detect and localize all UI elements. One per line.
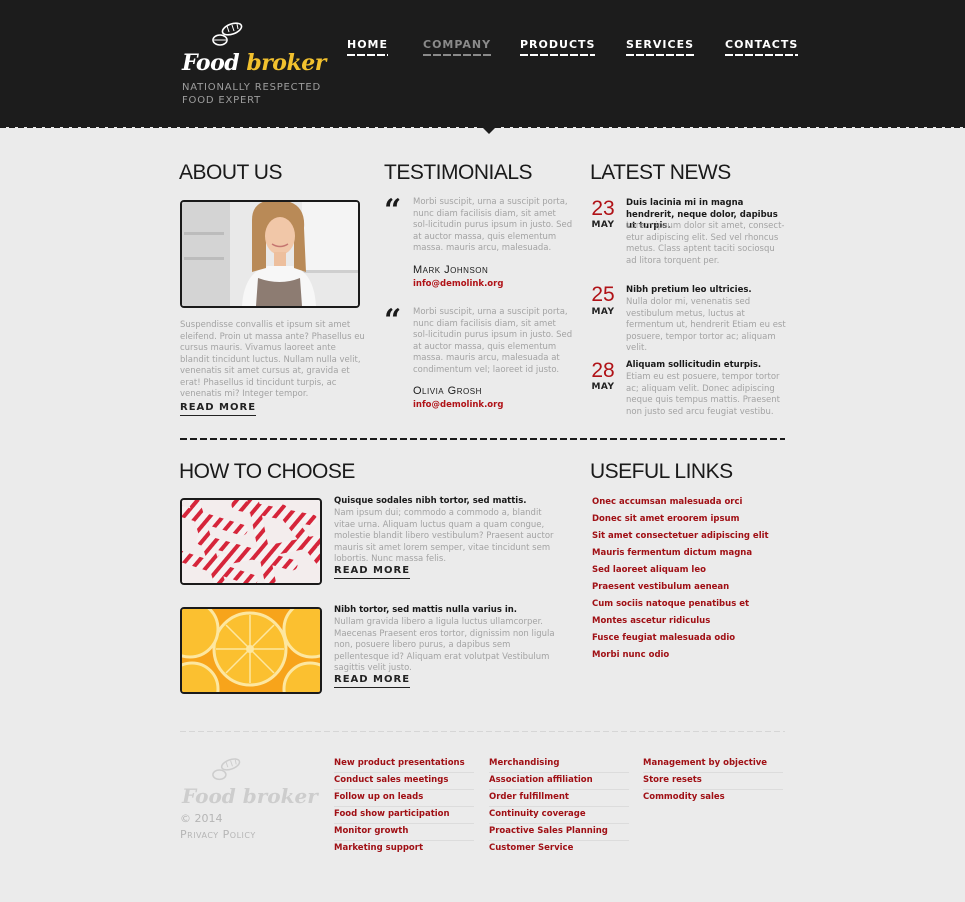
footer-link[interactable]: Conduct sales meetings [334,773,474,790]
about-title: ABOUT US [179,161,282,184]
quote-icon: “ [384,303,402,338]
news-2-month: MAY [591,307,615,317]
nav-products[interactable]: PRODUCTS [520,38,596,56]
footer-logo-text: Food broker [182,784,318,808]
footer-link[interactable]: New product presentations [334,756,474,773]
news-2-title[interactable]: Nibh pretium leo ultricies. [626,285,786,297]
news-3-title[interactable]: Aliquam sollicitudin eturpis. [626,360,786,372]
section-divider [180,438,785,440]
testimonial-2-email[interactable]: info@demolink.org [413,400,503,410]
logo-word-2: broker [246,50,326,76]
useful-link[interactable]: Donec sit amet eroorem ipsum [592,513,769,530]
logo-word-1: Food [182,50,240,76]
choose-1-title[interactable]: Quisque sodales nibh tortor, sed mattis. [334,496,527,506]
about-photo [180,200,360,308]
site-header: Food broker NATIONALLY RESPECTED FOOD EX… [0,0,965,127]
useful-links-list: Onec accumsan malesuada orci Donec sit a… [592,496,769,666]
active-nav-pointer [481,126,497,134]
logo[interactable]: Food broker NATIONALLY RESPECTED FOOD EX… [182,20,326,110]
useful-link[interactable]: Sit amet consectetuer adipiscing elit [592,530,769,547]
woman-photo [182,202,358,306]
choose-2-read-more[interactable]: READ MORE [334,674,411,688]
news-2-day: 25 [591,283,615,306]
footer-link[interactable]: Merchandising [489,756,629,773]
candy-canes-image [182,500,320,583]
testimonials-title: TESTIMONIALS [384,161,533,184]
useful-link[interactable]: Cum sociis natoque penatibus et [592,598,769,615]
oranges-photo [180,607,322,694]
oranges-image [182,609,320,692]
news-1-day: 23 [591,197,615,220]
testimonial-2-name: Olivia Grosh [413,385,482,397]
useful-link[interactable]: Morbi nunc odio [592,649,769,666]
about-text: Suspendisse convallis et ipsum sit amet … [180,320,365,399]
news-1-text: Lorem ipsum dolor sit amet, consect-etur… [626,221,785,266]
nav-company[interactable]: COMPANY [423,38,492,56]
footer-link[interactable]: Continuity coverage [489,807,629,824]
privacy-policy-link[interactable]: Privacy Policy [180,828,256,841]
news-3-day: 28 [591,359,615,382]
logo-slogan: NATIONALLY RESPECTED FOOD EXPERT [182,82,321,106]
quote-icon: “ [384,193,402,228]
footer-link[interactable]: Follow up on leads [334,790,474,807]
useful-link[interactable]: Montes ascetur ridiculus [592,615,769,632]
useful-link[interactable]: Onec accumsan malesuada orci [592,496,769,513]
testimonial-1-name: Mark Johnson [413,264,489,276]
news-1-month: MAY [591,220,615,230]
choose-title: HOW TO CHOOSE [179,460,355,483]
candy-canes-photo [180,498,322,585]
news-3-text: Etiam eu est posuere, tempor tortor ac; … [626,372,780,417]
news-title: LATEST NEWS [590,161,731,184]
news-3-month: MAY [591,382,615,392]
footer-link[interactable]: Association affiliation [489,773,629,790]
footer-column-2: Merchandising Association affiliation Or… [489,756,629,858]
footer-link[interactable]: Marketing support [334,841,474,858]
nav-home[interactable]: HOME [347,38,389,56]
useful-link[interactable]: Sed laoreet aliquam leo [592,564,769,581]
testimonial-1-email[interactable]: info@demolink.org [413,279,503,289]
sausage-icon [212,22,243,46]
choose-1-text: Nam ipsum dui; commodo a commodo a, blan… [334,508,554,564]
useful-links-title: USEFUL LINKS [590,460,733,483]
copyright: © 2014 [180,812,223,825]
about-read-more[interactable]: READ MORE [180,402,257,416]
footer-link[interactable]: Monitor growth [334,824,474,841]
footer-logo-word-1: Food [182,784,236,808]
logo-text: Food broker [182,50,326,76]
footer-link[interactable]: Order fulfillment [489,790,629,807]
footer-link[interactable]: Management by objective [643,756,783,773]
nav-services[interactable]: SERVICES [626,38,695,56]
footer-column-3: Management by objective Store resets Com… [643,756,783,807]
useful-link[interactable]: Praesent vestibulum aenean [592,581,769,598]
footer-link[interactable]: Proactive Sales Planning [489,824,629,841]
footer-column-1: New product presentations Conduct sales … [334,756,474,858]
useful-link[interactable]: Mauris fermentum dictum magna [592,547,769,564]
choose-1-read-more[interactable]: READ MORE [334,565,411,579]
nav-contacts[interactable]: CONTACTS [725,38,799,56]
useful-link[interactable]: Fusce feugiat malesuada odio [592,632,769,649]
news-2-text: Nulla dolor mi, venenatis sed vestibulum… [626,297,786,353]
testimonial-2-text: Morbi suscipit, urna a suscipit porta, n… [413,307,573,375]
footer-divider [180,731,785,732]
footer-link[interactable]: Food show participation [334,807,474,824]
footer-link[interactable]: Customer Service [489,841,629,858]
footer-logo-word-2: broker [242,784,318,808]
footer-link[interactable]: Commodity sales [643,790,783,807]
footer-link[interactable]: Store resets [643,773,783,790]
sausage-icon [212,758,241,781]
choose-2-text: Nullam gravida libero a ligula luctus ul… [334,617,555,673]
choose-2-title[interactable]: Nibh tortor, sed mattis nulla varius in. [334,605,517,615]
testimonial-1-text: Morbi suscipit, urna a suscipit porta, n… [413,197,573,253]
